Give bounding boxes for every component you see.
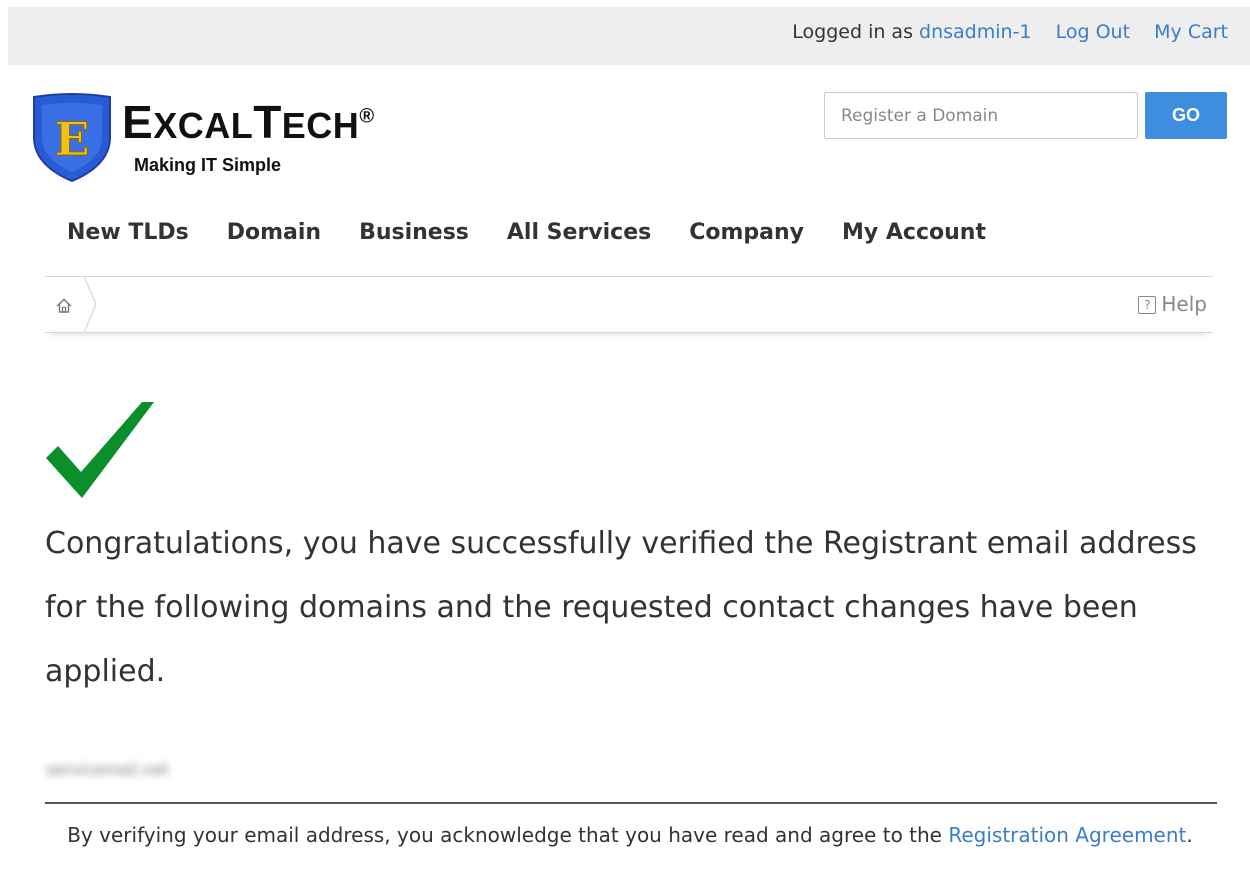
nav-item-new-tlds[interactable]: New TLDs <box>67 220 189 245</box>
breadcrumb: ? Help <box>45 276 1213 333</box>
nav-item-domain[interactable]: Domain <box>227 220 321 245</box>
go-button[interactable]: GO <box>1145 92 1227 139</box>
brand-tagline: Making IT Simple <box>134 155 282 175</box>
registration-agreement-link[interactable]: Registration Agreement <box>948 823 1186 847</box>
help-link[interactable]: ? Help <box>1138 292 1207 316</box>
agreement-text: By verifying your email address, you ack… <box>67 823 942 847</box>
nav-item-business[interactable]: Business <box>359 220 469 245</box>
brand-name: EXCALTECH® <box>122 96 375 148</box>
home-icon[interactable] <box>55 297 73 315</box>
breadcrumb-separator-icon <box>83 276 97 333</box>
agreement-notice: By verifying your email address, you ack… <box>67 823 1193 847</box>
shield-logo-icon: E <box>33 93 111 183</box>
nav-item-my-account[interactable]: My Account <box>842 220 986 245</box>
top-bar: Logged in as dnsadmin-1 Log Out My Cart <box>8 7 1250 65</box>
excaltech-logo[interactable]: E EXCALTECH® Making IT Simple <box>30 93 430 185</box>
logged-in-label: Logged in as <box>792 21 913 43</box>
divider <box>45 802 1217 804</box>
nav-item-all-services[interactable]: All Services <box>507 220 651 245</box>
register-domain-input[interactable] <box>824 92 1138 139</box>
verified-domain: servicemail.net <box>46 760 169 779</box>
shield-letter: E <box>54 112 89 166</box>
nav-item-company[interactable]: Company <box>689 220 804 245</box>
username-link[interactable]: dnsadmin-1 <box>919 21 1031 43</box>
my-cart-link[interactable]: My Cart <box>1154 21 1228 43</box>
checkmark-icon <box>46 402 154 498</box>
main-nav: New TLDs Domain Business All Services Co… <box>67 220 1024 245</box>
success-message: Congratulations, you have successfully v… <box>45 526 1197 689</box>
account-links: Logged in as dnsadmin-1 Log Out My Cart <box>792 21 1228 43</box>
logout-link[interactable]: Log Out <box>1056 21 1130 43</box>
help-label: Help <box>1161 292 1207 316</box>
help-icon: ? <box>1138 296 1157 314</box>
